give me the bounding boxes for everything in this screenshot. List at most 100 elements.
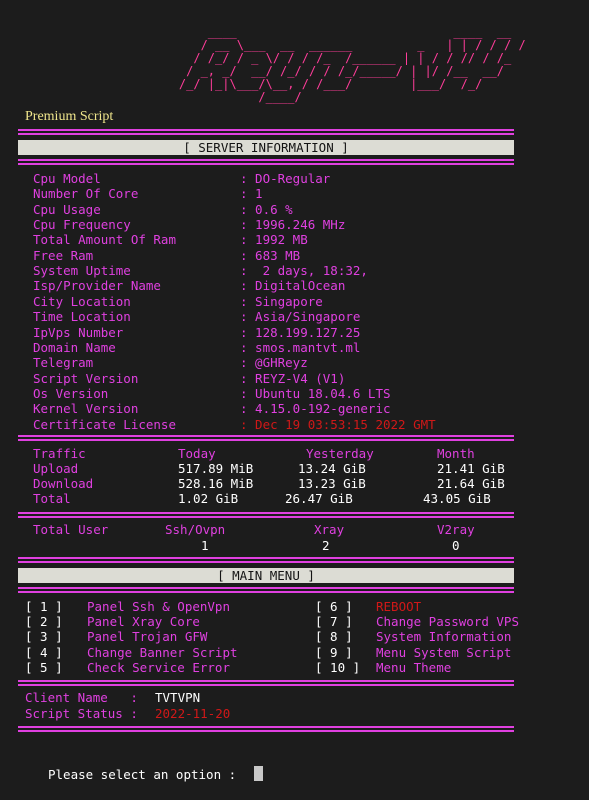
menu-item-number: [ 3 ] <box>25 629 63 645</box>
traffic-col-yesterday: Yesterday <box>306 446 374 461</box>
divider <box>18 684 514 686</box>
server-info-key: Telegram <box>33 355 94 371</box>
server-info-value: : @GHReyz <box>240 355 308 371</box>
main-menu-header: [ MAIN MENU ] <box>18 568 514 583</box>
server-info-value: : 1996.246 MHz <box>240 217 346 233</box>
divider <box>18 516 514 518</box>
server-info-value: : 4.15.0-192-generic <box>240 401 391 417</box>
divider <box>18 680 514 682</box>
server-info-key: Os Version <box>33 385 109 401</box>
server-info-key: System Uptime <box>33 263 131 279</box>
menu-item-number: [ 1 ] <box>25 599 63 614</box>
traffic-month-value: 43.05 GiB <box>423 491 491 506</box>
server-info-key: Time Location <box>33 309 131 325</box>
user-count-ssh: 1 <box>201 538 209 553</box>
server-info-key: Cpu Usage <box>33 201 101 217</box>
server-info-key: Kernel Version <box>33 401 139 417</box>
menu-item-number: [ 8 ] <box>315 629 353 645</box>
traffic-yesterday-value: 13.23 GiB <box>298 476 366 491</box>
traffic-today-value: 528.16 MiB <box>178 476 254 491</box>
menu-item-label: Panel Trojan GFW <box>87 629 208 645</box>
user-col-xray: Xray <box>314 522 345 537</box>
menu-item-label: Panel Ssh & OpenVpn <box>87 599 230 614</box>
user-col-ssh: Ssh/Ovpn <box>165 522 226 537</box>
client-name-label: Client Name : <box>25 690 138 705</box>
server-info-value: : REYZ-V4 (V1) <box>240 370 346 386</box>
option-prompt: Please select an option : <box>48 767 237 782</box>
total-user-label: Total User <box>33 522 109 537</box>
menu-item-label: Change Password VPS <box>376 614 519 630</box>
client-name-value: TVTVPN <box>155 690 201 705</box>
menu-item-label: Menu System Script <box>376 644 512 660</box>
traffic-today-value: 1.02 GiB <box>178 491 239 506</box>
traffic-header-label: Traffic <box>33 446 86 461</box>
traffic-month-value: 21.64 GiB <box>437 476 505 491</box>
server-info-key: Isp/Provider Name <box>33 278 161 294</box>
server-info-key: Certificate License <box>33 416 176 432</box>
traffic-row-label: Upload <box>33 461 79 476</box>
traffic-col-month: Month <box>437 446 475 461</box>
divider <box>18 591 514 593</box>
menu-item-number: [ 9 ] <box>315 644 353 660</box>
server-info-key: Cpu Model <box>33 171 101 186</box>
ascii-banner: ____ ____ __ / __ \___ __ ______ _ | | /… <box>178 25 526 104</box>
divider <box>18 159 514 161</box>
server-info-value: : 1 <box>240 186 263 202</box>
server-info-key: Cpu Frequency <box>33 217 131 233</box>
divider <box>18 557 514 559</box>
server-info-value: : Singapore <box>240 293 323 309</box>
traffic-row-label: Total <box>33 491 71 506</box>
server-info-key: IpVps Number <box>33 324 124 340</box>
traffic-row-label: Download <box>33 476 94 491</box>
menu-item-number: [ 2 ] <box>25 614 63 630</box>
server-info-key: Free Ram <box>33 247 94 263</box>
server-info-key: Number Of Core <box>33 186 139 202</box>
server-info-key: Script Version <box>33 370 139 386</box>
menu-item-label: Menu Theme <box>376 659 452 675</box>
script-status-label: Script Status : <box>25 706 138 721</box>
divider <box>18 435 514 437</box>
user-col-v2ray: V2ray <box>437 522 475 537</box>
server-info-key: City Location <box>33 293 131 309</box>
divider <box>18 439 514 441</box>
user-count-xray: 2 <box>322 538 330 553</box>
server-info-header: [ SERVER INFORMATION ] <box>18 140 514 155</box>
server-info-value: : Asia/Singapore <box>240 309 361 325</box>
menu-item-number: [ 6 ] <box>315 599 353 614</box>
server-info-value: : 0.6 % <box>240 201 293 217</box>
menu-item-number: [ 5 ] <box>25 659 63 675</box>
menu-item-number: [ 10 ] <box>315 659 361 675</box>
server-info-value: : DO-Regular <box>240 171 331 186</box>
script-status-value: 2022-11-20 <box>155 706 231 721</box>
server-info-value: : DigitalOcean <box>240 278 346 294</box>
server-info-value: : 1992 MB <box>240 232 308 248</box>
menu-item-label: REBOOT <box>376 599 422 614</box>
menu-item-label: System Information <box>376 629 512 645</box>
input-cursor[interactable] <box>254 766 263 781</box>
divider <box>18 129 514 131</box>
traffic-col-today: Today <box>178 446 216 461</box>
server-info-value: : 128.199.127.25 <box>240 324 361 340</box>
server-info-value: : Ubuntu 18.04.6 LTS <box>240 385 391 401</box>
menu-item-number: [ 4 ] <box>25 644 63 660</box>
traffic-today-value: 517.89 MiB <box>178 461 254 476</box>
divider <box>18 730 514 732</box>
menu-item-label: Change Banner Script <box>87 644 238 660</box>
divider <box>18 512 514 514</box>
divider <box>18 726 514 728</box>
divider <box>18 587 514 589</box>
menu-item-number: [ 7 ] <box>315 614 353 630</box>
traffic-yesterday-value: 13.24 GiB <box>298 461 366 476</box>
premium-label: Premium Script <box>25 109 114 124</box>
traffic-yesterday-value: 26.47 GiB <box>285 491 353 506</box>
server-info-value: : Dec 19 03:53:15 2022 GMT <box>240 416 436 432</box>
server-info-value: : 683 MB <box>240 247 301 263</box>
divider <box>18 133 514 135</box>
server-info-key: Domain Name <box>33 339 116 355</box>
server-info-key: Total Amount Of Ram <box>33 232 176 248</box>
user-count-v2ray: 0 <box>452 538 460 553</box>
menu-item-label: Panel Xray Core <box>87 614 200 630</box>
divider <box>18 561 514 563</box>
traffic-month-value: 21.41 GiB <box>437 461 505 476</box>
server-info-value: : smos.mantvt.ml <box>240 339 361 355</box>
